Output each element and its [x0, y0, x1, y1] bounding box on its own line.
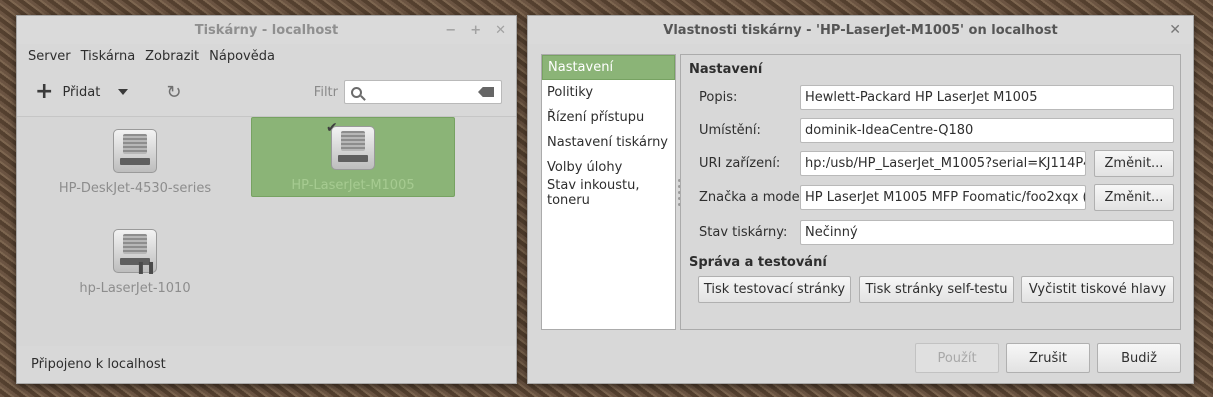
make-model-label: Značka a model:: [699, 190, 808, 205]
close-icon[interactable]: ✕: [495, 23, 506, 38]
menu-server[interactable]: Server: [23, 49, 76, 64]
toolbar: + Přidat ↻ Filtr: [17, 68, 516, 116]
apply-button[interactable]: Použít: [915, 343, 999, 373]
chevron-down-icon[interactable]: [118, 89, 129, 95]
print-self-test-button[interactable]: Tisk stránky self-testu: [859, 276, 1014, 303]
status-text: Připojeno k localhost: [31, 357, 166, 372]
menu-help[interactable]: Nápověda: [204, 49, 280, 64]
search-icon: [351, 86, 362, 98]
device-uri-label: URI zařízení:: [699, 156, 781, 171]
printer-list: HP-DeskJet-4530-series ✔ HP-LaserJet-M10…: [17, 116, 516, 347]
printers-window: Tiskárny - localhost − + ✕ Server Tiskár…: [16, 15, 517, 384]
printer-item-selected[interactable]: ✔ HP-LaserJet-M1005: [251, 117, 455, 197]
status-bar: Připojeno k localhost: [17, 346, 516, 383]
printer-item[interactable]: ❚❚ hp-LaserJet-1010: [33, 221, 237, 301]
change-uri-button[interactable]: Změnit...: [1094, 150, 1174, 177]
sidebar-item-job-options[interactable]: Volby úlohy: [542, 155, 675, 180]
sidebar-item-printer-options[interactable]: Nastavení tiskárny: [542, 130, 675, 155]
default-check-icon: ✔: [326, 120, 338, 136]
printer-state-label: Stav tiskárny:: [699, 225, 788, 240]
device-uri-field[interactable]: hp:/usb/HP_LaserJet_M1005?serial=KJ114P4: [800, 151, 1086, 176]
print-test-page-button[interactable]: Tisk testovací stránky: [698, 276, 851, 303]
filter-label: Filtr: [313, 84, 338, 100]
menu-view[interactable]: Zobrazit: [140, 49, 204, 64]
refresh-icon[interactable]: ↻: [166, 82, 181, 103]
dialog-title: Vlastnosti tiskárny - 'HP-LaserJet-M1005…: [663, 22, 1058, 38]
menubar: Server Tiskárna Zobrazit Nápověda: [17, 44, 516, 68]
location-field[interactable]: dominik-IdeaCentre-Q180: [800, 118, 1174, 143]
settings-panel: Nastavení Popis: Hewlett-Packard HP Lase…: [680, 54, 1181, 330]
close-icon[interactable]: ✕: [1169, 16, 1181, 44]
add-label: Přidat: [62, 84, 101, 100]
cancel-button[interactable]: Zrušit: [1006, 343, 1090, 373]
window-title: Tiskárny - localhost: [194, 22, 339, 38]
printers-window-titlebar[interactable]: Tiskárny - localhost − + ✕: [17, 16, 516, 44]
menu-printer[interactable]: Tiskárna: [76, 49, 141, 64]
sidebar-item-settings[interactable]: Nastavení: [542, 55, 675, 80]
location-label: Umístění:: [699, 123, 761, 138]
printer-name: hp-LaserJet-1010: [79, 281, 191, 296]
ok-button[interactable]: Budiž: [1097, 343, 1181, 373]
dialog-titlebar[interactable]: Vlastnosti tiskárny - 'HP-LaserJet-M1005…: [528, 16, 1193, 44]
printer-name: HP-LaserJet-M1005: [291, 178, 415, 193]
add-button[interactable]: + Přidat: [35, 81, 100, 103]
printer-icon: ✔: [326, 120, 375, 170]
properties-sidebar: Nastavení Politiky Řízení přístupu Nasta…: [541, 54, 676, 330]
make-model-field[interactable]: HP LaserJet M1005 MFP Foomatic/foo2xqx (…: [800, 185, 1086, 210]
pause-icon: ❚❚: [135, 260, 156, 274]
plus-icon: +: [35, 79, 54, 104]
description-label: Popis:: [699, 90, 738, 105]
minimize-icon[interactable]: −: [445, 23, 456, 38]
section-title-settings: Nastavení: [689, 62, 763, 77]
printer-properties-dialog: Vlastnosti tiskárny - 'HP-LaserJet-M1005…: [527, 15, 1194, 384]
printer-item[interactable]: HP-DeskJet-4530-series: [33, 121, 237, 201]
printer-icon: ❚❚: [113, 229, 157, 274]
printer-name: HP-DeskJet-4530-series: [58, 181, 212, 196]
clear-icon[interactable]: [478, 87, 494, 97]
clean-print-heads-button[interactable]: Vyčistit tiskové hlavy: [1021, 276, 1174, 303]
maximize-icon[interactable]: +: [470, 23, 481, 38]
sidebar-item-policies[interactable]: Politiky: [542, 80, 675, 105]
section-title-management: Správa a testování: [689, 255, 827, 270]
sidebar-item-ink-toner[interactable]: Stav inkoustu, toneru: [542, 178, 675, 208]
printer-state-field: Nečinný: [800, 220, 1174, 245]
filter-input[interactable]: [344, 80, 502, 104]
sidebar-item-access-control[interactable]: Řízení přístupu: [542, 105, 675, 130]
printer-icon: [113, 129, 157, 173]
description-field[interactable]: Hewlett-Packard HP LaserJet M1005: [800, 85, 1174, 110]
change-model-button[interactable]: Změnit...: [1094, 184, 1174, 211]
